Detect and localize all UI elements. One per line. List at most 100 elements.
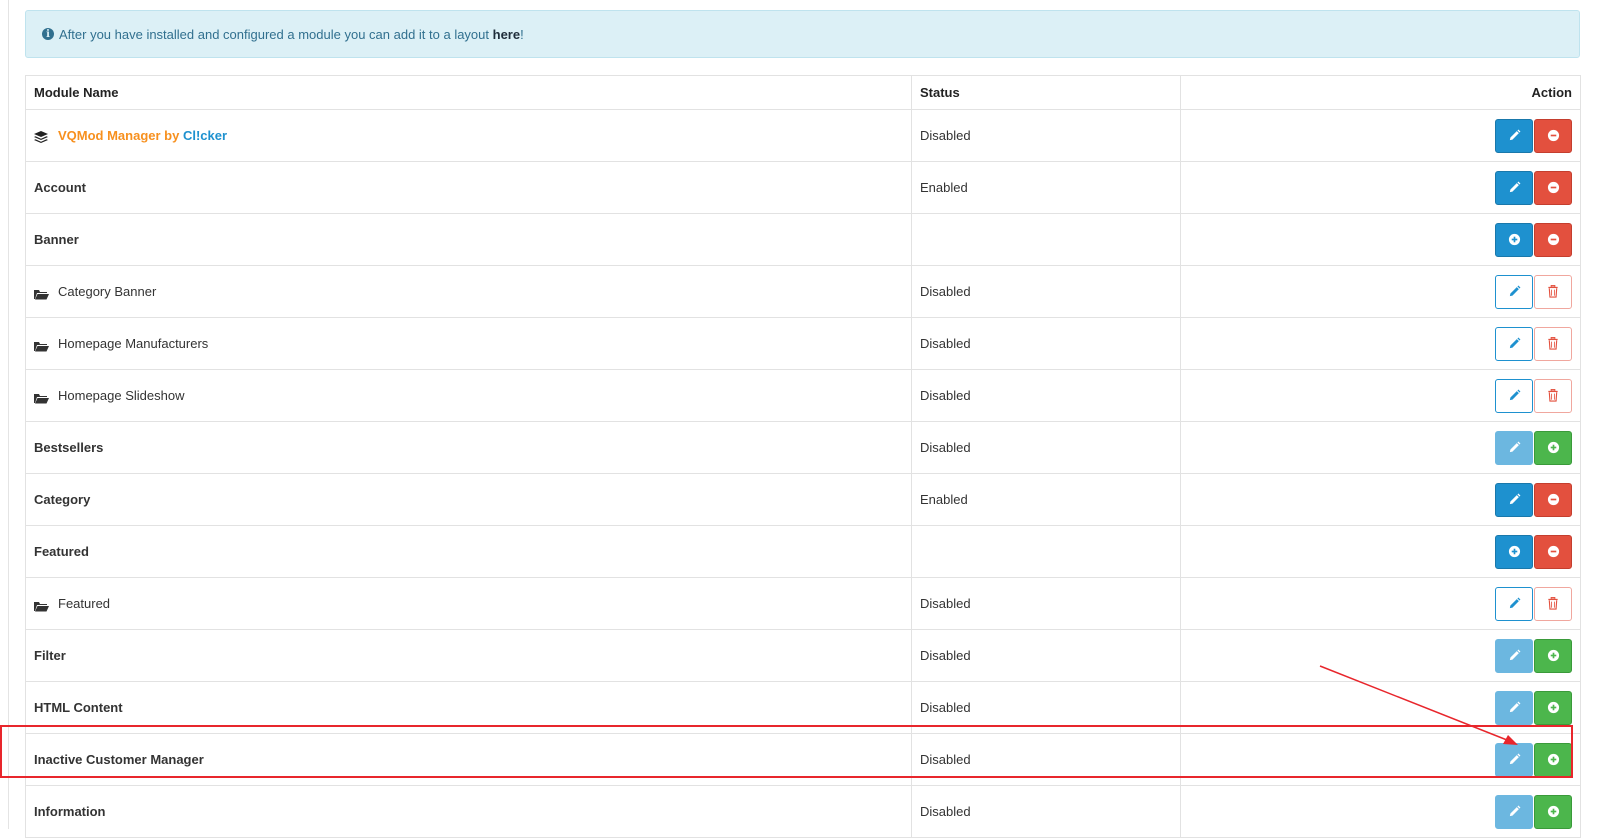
add-button[interactable]	[1495, 534, 1533, 569]
header-status[interactable]: Status	[911, 75, 1181, 110]
module-name: Banner	[34, 232, 79, 247]
action-cell	[1180, 265, 1581, 318]
edit-button-disabled[interactable]	[1495, 742, 1533, 777]
edit-button[interactable]	[1495, 274, 1533, 309]
install-button[interactable]	[1534, 742, 1572, 777]
module-name-cell: Inactive Customer Manager	[25, 733, 912, 786]
action-cell	[1180, 317, 1581, 370]
edit-button-disabled[interactable]	[1495, 638, 1533, 673]
info-alert: i After you have installed and configure…	[25, 10, 1580, 58]
table-row: Account Enabled	[25, 161, 1581, 214]
status-cell: Disabled	[911, 629, 1181, 682]
minus-circle-icon	[1547, 181, 1560, 194]
table-row: Featured	[25, 525, 1581, 578]
folder-open-icon	[34, 600, 49, 612]
delete-button[interactable]	[1534, 274, 1572, 309]
install-button[interactable]	[1534, 794, 1572, 829]
action-cell	[1180, 525, 1581, 578]
delete-button[interactable]	[1534, 326, 1572, 361]
status-cell: Disabled	[911, 681, 1181, 734]
action-cell	[1180, 681, 1581, 734]
uninstall-button[interactable]	[1534, 170, 1572, 205]
module-name-cell: Bestsellers	[25, 421, 912, 474]
table-row: Homepage Manufacturers Disabled	[25, 317, 1581, 370]
module-name: Filter	[34, 648, 66, 663]
minus-circle-icon	[1547, 129, 1560, 142]
header-action: Action	[1180, 75, 1581, 110]
minus-circle-icon	[1547, 545, 1560, 558]
module-name-cell: Homepage Slideshow	[25, 369, 912, 422]
minus-circle-icon	[1547, 233, 1560, 246]
status-text: Disabled	[920, 388, 971, 403]
edit-button[interactable]	[1495, 482, 1533, 517]
trash-icon	[1547, 597, 1559, 610]
action-cell	[1180, 213, 1581, 266]
folder-open-icon	[34, 392, 49, 404]
vqmod-name[interactable]: VQMod Manager by	[58, 128, 183, 143]
edit-button-disabled[interactable]	[1495, 430, 1533, 465]
uninstall-button[interactable]	[1534, 482, 1572, 517]
status-cell: Enabled	[911, 161, 1181, 214]
edit-button-disabled[interactable]	[1495, 794, 1533, 829]
status-text: Disabled	[920, 648, 971, 663]
status-cell	[911, 213, 1181, 266]
delete-button[interactable]	[1534, 586, 1572, 621]
table-row: Homepage Slideshow Disabled	[25, 369, 1581, 422]
minus-circle-icon	[1547, 493, 1560, 506]
status-cell: Enabled	[911, 473, 1181, 526]
trash-icon	[1547, 389, 1559, 402]
uninstall-button[interactable]	[1534, 534, 1572, 569]
action-cell	[1180, 733, 1581, 786]
status-text: Disabled	[920, 284, 971, 299]
trash-icon	[1547, 337, 1559, 350]
pencil-icon	[1508, 805, 1521, 818]
table-row: Filter Disabled	[25, 629, 1581, 682]
delete-button[interactable]	[1534, 378, 1572, 413]
status-cell: Disabled	[911, 317, 1181, 370]
install-button[interactable]	[1534, 690, 1572, 725]
module-name-cell: Category	[25, 473, 912, 526]
status-text: Disabled	[920, 128, 971, 143]
plus-circle-icon	[1508, 233, 1521, 246]
module-name: Inactive Customer Manager	[34, 752, 204, 767]
status-cell	[911, 525, 1181, 578]
table-row: Category Enabled	[25, 473, 1581, 526]
edit-button[interactable]	[1495, 378, 1533, 413]
header-module-name[interactable]: Module Name	[25, 75, 912, 110]
module-name: Featured	[34, 544, 89, 559]
status-cell: Disabled	[911, 785, 1181, 838]
module-instance-name: Featured	[58, 596, 111, 611]
pencil-icon	[1508, 181, 1521, 194]
install-button[interactable]	[1534, 430, 1572, 465]
module-name-cell: Filter	[25, 629, 912, 682]
layout-link[interactable]: here	[493, 27, 520, 42]
table-row: Bestsellers Disabled	[25, 421, 1581, 474]
edit-button[interactable]	[1495, 586, 1533, 621]
uninstall-button[interactable]	[1534, 118, 1572, 153]
install-button[interactable]	[1534, 638, 1572, 673]
vqmod-brand[interactable]: Cl!cker	[183, 128, 227, 143]
status-text: Disabled	[920, 804, 971, 819]
status-text: Enabled	[920, 492, 968, 507]
folder-open-icon	[34, 340, 49, 352]
pencil-icon	[1508, 649, 1521, 662]
module-name-cell: Category Banner	[25, 265, 912, 318]
action-cell	[1180, 421, 1581, 474]
edit-button[interactable]	[1495, 170, 1533, 205]
module-name: HTML Content	[34, 700, 123, 715]
edit-button[interactable]	[1495, 326, 1533, 361]
pencil-icon	[1508, 285, 1521, 298]
plus-circle-icon	[1508, 545, 1521, 558]
status-cell: Disabled	[911, 421, 1181, 474]
action-cell	[1180, 473, 1581, 526]
plus-circle-icon	[1547, 753, 1560, 766]
pencil-icon	[1508, 493, 1521, 506]
module-name-cell: Information	[25, 785, 912, 838]
info-circle-icon: i	[42, 28, 54, 40]
pencil-icon	[1508, 389, 1521, 402]
uninstall-button[interactable]	[1534, 222, 1572, 257]
action-cell	[1180, 369, 1581, 422]
edit-button-disabled[interactable]	[1495, 690, 1533, 725]
add-button[interactable]	[1495, 222, 1533, 257]
edit-button[interactable]	[1495, 118, 1533, 153]
